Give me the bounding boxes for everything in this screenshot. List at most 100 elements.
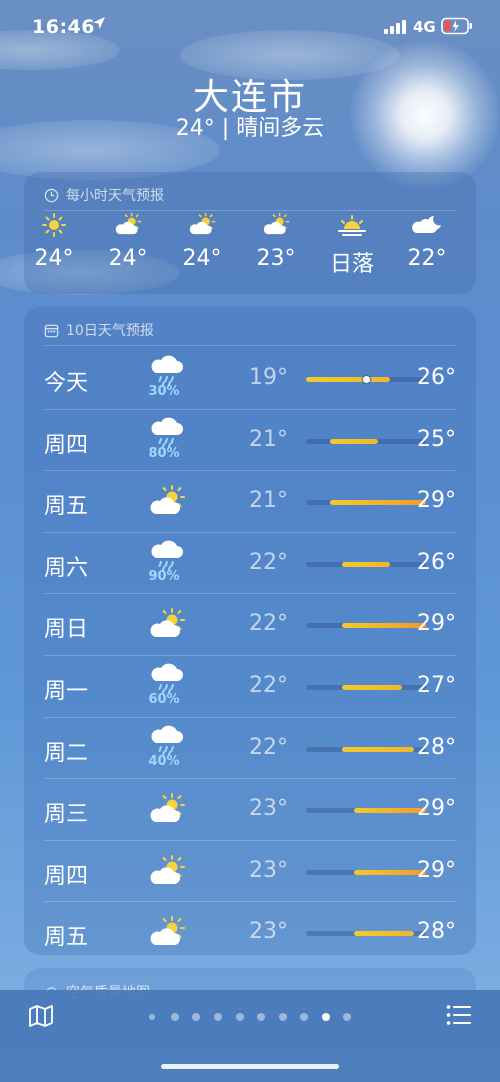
current-temp-marker [362, 376, 370, 383]
day-label: 周二 [44, 740, 89, 766]
low-temp: 23° [249, 857, 288, 883]
clock-icon [44, 188, 59, 202]
page-dot[interactable] [300, 1013, 308, 1021]
hourly-forecast-header: 每小时天气预报 [44, 185, 164, 205]
low-temp: 23° [249, 919, 288, 945]
temp-range-bar [306, 808, 426, 814]
high-temp: 29° [417, 488, 456, 514]
temp-range-bar [306, 623, 426, 629]
daily-row[interactable]: 周六 90% 22° 26° [44, 531, 456, 594]
temp-range-fill [354, 869, 426, 875]
daily-row[interactable]: 周日 22° 29° [44, 593, 456, 655]
page-dot[interactable] [279, 1013, 287, 1021]
high-temp: 27° [417, 672, 456, 698]
daily-row[interactable]: 周三 23° 29° [44, 778, 456, 840]
daily-row[interactable]: 周二 40% 22° 28° [44, 716, 456, 779]
rain-icon [144, 354, 190, 388]
temp-range-bar [306, 376, 426, 383]
hourly-list: 24° 24° 24° 23° 日落 22° [24, 212, 476, 282]
hourly-temperature: 24° [108, 246, 148, 271]
precip-chance: 40% [148, 753, 180, 769]
day-label: 周四 [44, 432, 89, 458]
low-temp: 23° [249, 796, 288, 822]
daily-forecast-title: 10日天气预报 [66, 323, 154, 339]
page-dot[interactable] [322, 1013, 330, 1021]
temp-range-bar [306, 684, 426, 690]
daily-forecast-header: 10日天气预报 [44, 320, 154, 340]
hourly-item: 24° [167, 212, 237, 271]
day-label: 周一 [44, 678, 89, 704]
temp-range-bar [306, 931, 426, 937]
page-dot[interactable] [171, 1013, 179, 1021]
temp-range-fill [354, 931, 414, 937]
precip-chance: 30% [148, 384, 180, 399]
daily-row[interactable]: 今天 30% 19° 26° [44, 348, 456, 409]
rain-icon [144, 662, 190, 696]
page-dot[interactable] [236, 1013, 244, 1021]
sunset-icon [335, 212, 369, 238]
low-temp: 21° [249, 488, 288, 514]
high-temp: 29° [417, 796, 456, 822]
page-dot[interactable] [257, 1013, 265, 1021]
day-label: 周三 [44, 802, 89, 828]
temp-range-fill [342, 623, 426, 629]
hourly-item: 日落 [317, 212, 387, 278]
high-temp: 25° [417, 426, 456, 452]
low-temp: 22° [249, 611, 288, 637]
list-icon[interactable] [446, 1004, 472, 1026]
high-temp: 29° [417, 857, 456, 883]
temp-range-fill [330, 500, 426, 506]
low-temp: 21° [249, 426, 288, 452]
temp-range-fill [354, 808, 426, 814]
hourly-item: 24° [19, 212, 89, 271]
divider [44, 210, 456, 211]
hourly-item: 24° [93, 212, 163, 271]
status-time: 16:46 [32, 16, 95, 38]
daily-row[interactable]: 周四 80% 21° 25° [44, 408, 456, 471]
page-dot[interactable] [192, 1013, 200, 1021]
hourly-forecast-card[interactable]: 每小时天气预报 24° 24° 24° 23° 日落 22° [24, 172, 476, 294]
precip-chance: 80% [148, 445, 180, 461]
day-label: 周五 [44, 494, 89, 520]
temp-range-fill [306, 377, 390, 382]
temp-range-bar [306, 438, 426, 444]
temp-range-fill [342, 746, 414, 752]
daily-row[interactable]: 周一 60% 22° 27° [44, 654, 456, 717]
daily-list: 今天 30% 19° 26° 周四 80% 21° 25° 周五 21° 29° 周六 90% 22° 26… [24, 348, 476, 963]
precip-chance: 90% [148, 568, 180, 584]
high-temp: 28° [417, 919, 456, 945]
hourly-temperature: 24° [34, 246, 74, 271]
calendar-icon [44, 324, 59, 337]
rain-icon [144, 416, 190, 450]
day-label: 今天 [44, 371, 89, 396]
location-arrow-icon [93, 17, 105, 29]
high-temp: 28° [417, 734, 456, 760]
cloud-moon-icon [410, 212, 444, 238]
day-label: 周日 [44, 617, 89, 643]
low-temp: 22° [249, 734, 288, 760]
daily-row[interactable]: 周五 21° 29° [44, 470, 456, 532]
page-dot[interactable] [343, 1013, 351, 1021]
precip-chance: 60% [148, 691, 180, 707]
divider [44, 345, 456, 346]
partly-cloudy-icon [185, 212, 219, 238]
hourly-temperature: 23° [256, 246, 296, 271]
hourly-temperature: 24° [182, 246, 222, 271]
temp-range-bar [306, 561, 426, 567]
hourly-item: 22° [392, 212, 462, 271]
low-temp: 19° [249, 365, 288, 390]
temp-range-fill [342, 684, 402, 690]
daily-forecast-card[interactable]: 10日天气预报 今天 30% 19° 26° 周四 80% 21° 25° 周五 21° 29° 周六… [24, 307, 476, 955]
page-dot-location[interactable] [149, 1014, 155, 1020]
page-indicator[interactable] [0, 1011, 500, 1023]
low-temp: 22° [249, 549, 288, 575]
day-label: 周六 [44, 555, 89, 581]
hourly-forecast-title: 每小时天气预报 [66, 188, 164, 204]
sun-icon [37, 212, 71, 238]
home-indicator [161, 1064, 339, 1069]
partly-cloudy-icon [259, 212, 293, 238]
high-temp: 26° [417, 365, 456, 390]
page-dot[interactable] [214, 1013, 222, 1021]
daily-row[interactable]: 周五 23° 28° [44, 901, 456, 963]
daily-row[interactable]: 周四 23° 29° [44, 839, 456, 902]
